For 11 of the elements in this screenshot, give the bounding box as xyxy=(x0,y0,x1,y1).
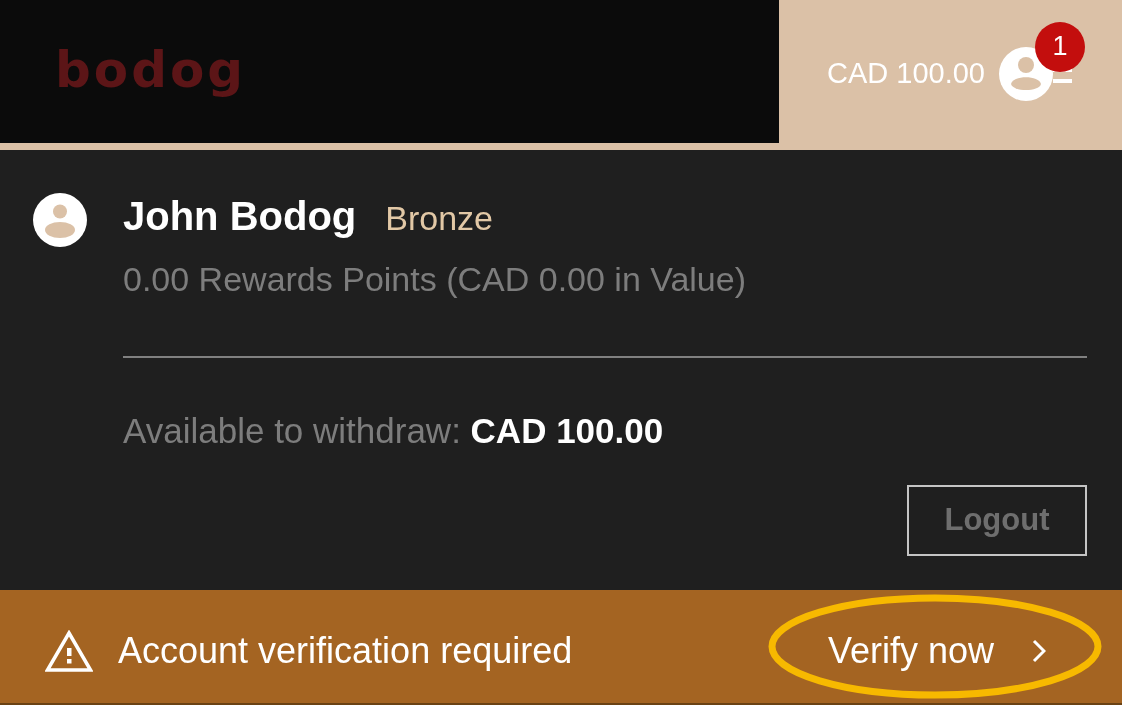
rewards-points: 0.00 Rewards Points (CAD 0.00 in Value) xyxy=(123,259,747,299)
verification-message: Account verification required xyxy=(118,630,573,671)
warning-icon xyxy=(45,629,93,672)
chevron-right-icon xyxy=(1032,638,1046,663)
notification-count: 1 xyxy=(1035,21,1085,72)
user-name: John Bodog xyxy=(123,193,357,240)
user-avatar-icon xyxy=(33,193,87,247)
account-balance: CAD 100.00 xyxy=(827,59,985,88)
tier-label: Bronze xyxy=(385,198,493,239)
logout-button[interactable]: Logout xyxy=(907,485,1087,556)
withdraw-amount: Available to withdraw: CAD 100.00 xyxy=(123,411,665,451)
